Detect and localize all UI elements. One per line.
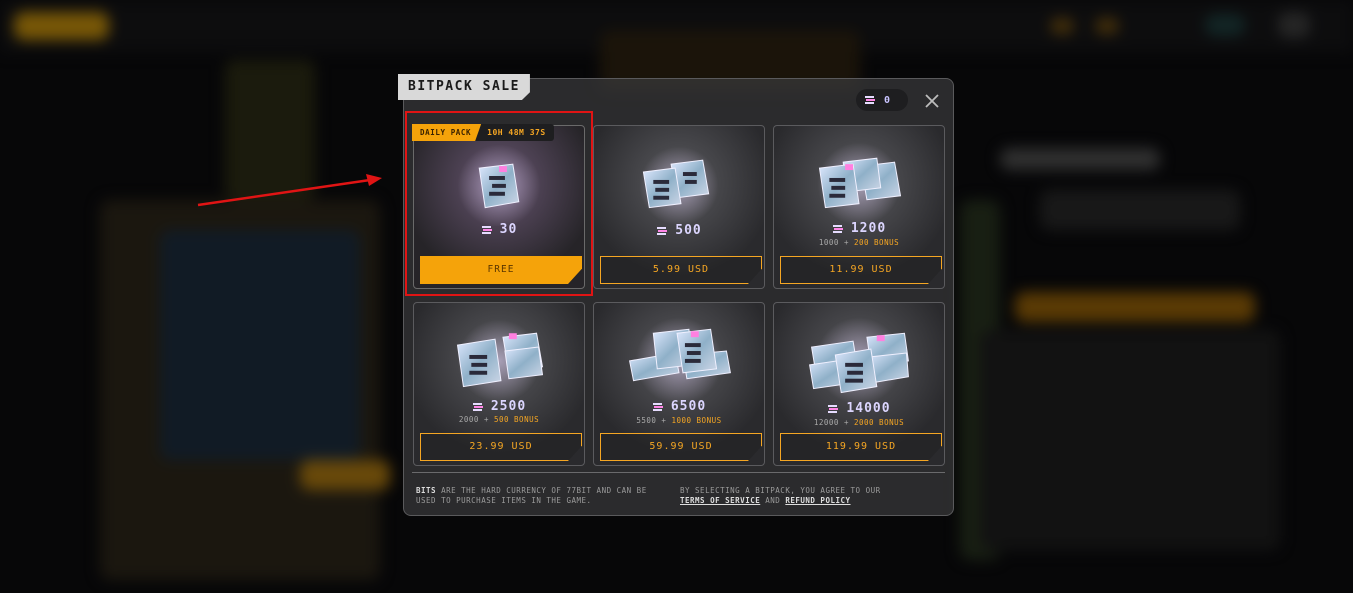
bit-crystal-icon: [457, 144, 541, 226]
buy-button[interactable]: 59.99 USD: [600, 433, 762, 461]
bits-icon: [832, 224, 843, 234]
pack-amount: 14000: [774, 401, 944, 416]
free-claim-button[interactable]: FREE: [420, 256, 582, 284]
pack-bonus-amount: 1000 BONUS: [671, 416, 722, 425]
bits-term: BITS: [416, 486, 437, 495]
bits-balance-value: 0: [884, 94, 891, 106]
pack-base-amount: 5500 +: [636, 416, 667, 425]
bit-crystal-stack-icon: [639, 146, 719, 226]
modal-title: BITPACK SALE: [398, 74, 530, 100]
pack-bonus: 2000 + 500 BONUS: [414, 415, 584, 424]
pack-card-6500[interactable]: 6500 5500 + 1000 BONUS 59.99 USD: [593, 302, 765, 466]
buy-button[interactable]: 5.99 USD: [600, 256, 762, 284]
pack-amount-value: 1200: [850, 221, 887, 236]
bit-crystal-pile-icon: [809, 317, 909, 403]
footer-divider: [412, 472, 945, 473]
pack-amount: 6500: [594, 399, 764, 414]
pack-card-2500[interactable]: 2500 2000 + 500 BONUS 23.99 USD: [413, 302, 585, 466]
pack-amount: 1200: [774, 221, 944, 236]
daily-pack-card[interactable]: DAILY PACK 10H 48M 37S 30 FREE: [412, 124, 585, 289]
pack-base-amount: 2000 +: [458, 415, 489, 424]
currency-info: BITS ARE THE HARD CURRENCY OF 77BIT AND …: [416, 486, 661, 506]
daily-pack-amount-value: 30: [499, 222, 518, 237]
pack-amount: 2500: [414, 399, 584, 414]
currency-info-text: ARE THE HARD CURRENCY OF 77BIT AND CAN B…: [416, 486, 647, 505]
bit-crystal-stack-icon: [817, 142, 902, 226]
pack-card-500[interactable]: 500 5.99 USD: [593, 125, 765, 289]
bit-crystal-stack-icon: [456, 319, 544, 403]
bitpack-modal: BITPACK SALE 0 DAILY PACK 10H 48M 37S 30…: [403, 78, 954, 516]
pack-amount: 500: [594, 223, 764, 238]
bits-icon: [652, 402, 663, 412]
pack-amount-value: 500: [675, 223, 702, 238]
buy-button[interactable]: 119.99 USD: [780, 433, 942, 461]
legal-notice-text: BY SELECTING A BITPACK, YOU AGREE TO OUR: [680, 486, 881, 495]
close-icon[interactable]: [922, 91, 942, 111]
pack-card-1200[interactable]: 1200 1000 + 200 BONUS 11.99 USD: [773, 125, 945, 289]
pack-amount-value: 6500: [670, 399, 707, 414]
legal-and-text: AND: [765, 496, 781, 505]
bit-crystal-pile-icon: [628, 317, 731, 403]
pack-bonus: 5500 + 1000 BONUS: [594, 416, 764, 425]
pack-amount-value: 14000: [846, 401, 891, 416]
pack-bonus-amount: 500 BONUS: [493, 415, 540, 424]
pack-bonus: 12000 + 2000 BONUS: [774, 418, 944, 427]
bits-icon: [472, 402, 483, 412]
bits-icon: [656, 226, 668, 236]
pack-card-14000[interactable]: 14000 12000 + 2000 BONUS 119.99 USD: [773, 302, 945, 466]
pack-bonus: 1000 + 200 BONUS: [774, 238, 944, 247]
pack-base-amount: 12000 +: [813, 418, 849, 427]
bits-icon: [481, 225, 492, 235]
daily-pack-amount: 30: [414, 222, 584, 237]
bits-icon: [864, 95, 875, 105]
terms-of-service-link[interactable]: TERMS OF SERVICE: [680, 496, 760, 505]
bits-balance: 0: [856, 89, 908, 111]
bits-icon: [827, 404, 839, 414]
pack-bonus-amount: 200 BONUS: [853, 238, 900, 247]
legal-notice: BY SELECTING A BITPACK, YOU AGREE TO OUR…: [680, 486, 940, 506]
buy-button[interactable]: 23.99 USD: [420, 433, 582, 461]
refund-policy-link[interactable]: REFUND POLICY: [785, 496, 850, 505]
buy-button[interactable]: 11.99 USD: [780, 256, 942, 284]
pack-base-amount: 1000 +: [818, 238, 849, 247]
pack-amount-value: 2500: [490, 399, 527, 414]
annotation-arrow: [197, 174, 382, 207]
pack-bonus-amount: 2000 BONUS: [853, 418, 905, 427]
